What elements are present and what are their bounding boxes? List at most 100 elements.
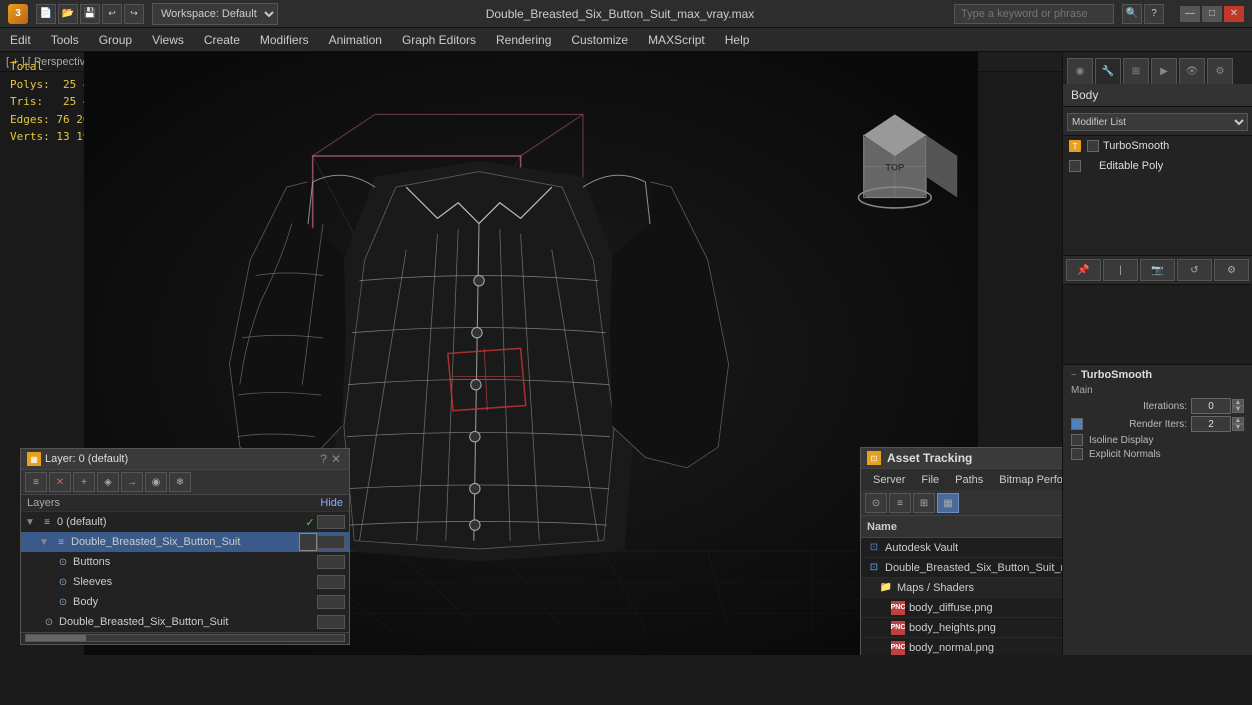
maximize-button[interactable]: □	[1202, 6, 1222, 22]
redo-btn[interactable]: ↪	[124, 4, 144, 24]
menu-help[interactable]: Help	[715, 28, 760, 51]
tab-modify[interactable]: 🔧	[1095, 58, 1121, 84]
asset-row-maxfile[interactable]: ⊡ Double_Breasted_Six_Button_Suit_max_vr…	[861, 558, 1062, 578]
asset-row-diffuse[interactable]: PNC body_diffuse.png Found	[861, 598, 1062, 618]
iterations-input[interactable]	[1191, 398, 1231, 414]
asset-menu-bitmap[interactable]: Bitmap Performance and Memory	[991, 469, 1062, 490]
modifier-editable-poly-name: Editable Poly	[1099, 160, 1163, 172]
mod-settings-btn[interactable]: ⚙	[1214, 259, 1249, 281]
layer-item-default[interactable]: ▼ ≡ 0 (default) ✓	[21, 512, 349, 532]
mod-reset-btn[interactable]: ↺	[1177, 259, 1212, 281]
turbosmooth-props: − TurboSmooth Main Iterations: ▲ ▼ Rende…	[1063, 365, 1252, 466]
minimize-button[interactable]: —	[1180, 6, 1200, 22]
maxfile-icon: ⊡	[867, 561, 881, 575]
open-btn[interactable]: 📂	[58, 4, 78, 24]
layer-tool-move-to[interactable]: →	[121, 472, 143, 492]
layer-panel-title: Layer: 0 (default)	[45, 453, 318, 465]
layer-options-body[interactable]	[317, 595, 345, 609]
layer-options-suit2[interactable]	[317, 615, 345, 629]
workspace-selector[interactable]: Workspace: Default	[152, 3, 278, 25]
layer-item-suit2[interactable]: ⊙ Double_Breasted_Six_Button_Suit	[21, 612, 349, 632]
isoline-checkbox[interactable]	[1071, 434, 1083, 446]
modifier-editable-poly-checkbox[interactable]	[1069, 160, 1081, 172]
layer-tool-new[interactable]: ≡	[25, 472, 47, 492]
asset-tool-btn2[interactable]: ≡	[889, 493, 911, 513]
layer-close-button[interactable]: ✕	[329, 452, 343, 466]
menu-maxscript[interactable]: MAXScript	[638, 28, 715, 51]
undo-btn[interactable]: ↩	[102, 4, 122, 24]
asset-menu-server[interactable]: Server	[865, 469, 913, 490]
menu-rendering[interactable]: Rendering	[486, 28, 561, 51]
layer-scroll-thumb[interactable]	[26, 635, 86, 641]
layer-item-body[interactable]: ⊙ Body	[21, 592, 349, 612]
asset-row-normal[interactable]: PNC body_normal.png Found	[861, 638, 1062, 655]
asset-tool-btn1[interactable]: ⊙	[865, 493, 887, 513]
mod-camera-btn[interactable]: 📷	[1140, 259, 1175, 281]
layer-tool-freeze[interactable]: ❄	[169, 472, 191, 492]
layer-scrollbar[interactable]	[21, 632, 349, 644]
modifier-preview	[1063, 285, 1252, 365]
layer-item-sleeves[interactable]: ⊙ Sleeves	[21, 572, 349, 592]
layer-tool-add[interactable]: +	[73, 472, 95, 492]
modifier-turbosmooth-checkbox[interactable]	[1087, 140, 1099, 152]
layer-options-default[interactable]	[317, 515, 345, 529]
layer-tool-select-obj[interactable]: ◈	[97, 472, 119, 492]
new-btn[interactable]: 📄	[36, 4, 56, 24]
layer-item-buttons[interactable]: ⊙ Buttons	[21, 552, 349, 572]
modifier-editable-poly[interactable]: Editable Poly	[1063, 156, 1252, 176]
asset-menu-paths[interactable]: Paths	[947, 469, 991, 490]
asset-row-maps[interactable]: 📁 Maps / Shaders	[861, 578, 1062, 598]
render-iters-checkbox[interactable]	[1071, 418, 1083, 430]
layer-item-suit[interactable]: ▼ ≡ Double_Breasted_Six_Button_Suit	[21, 532, 349, 552]
menu-modifiers[interactable]: Modifiers	[250, 28, 319, 51]
layer-options-sleeves[interactable]	[317, 575, 345, 589]
tab-utilities[interactable]: ⚙	[1207, 58, 1233, 84]
layer-help-button[interactable]: ?	[318, 452, 329, 466]
tab-display[interactable]: ◉	[1067, 58, 1093, 84]
help-icon-btn[interactable]: ?	[1144, 4, 1164, 24]
tab-motion[interactable]: ▶	[1151, 58, 1177, 84]
menu-animation[interactable]: Animation	[319, 28, 392, 51]
tab-display-props[interactable]: 👁	[1179, 58, 1205, 84]
render-iters-down[interactable]: ▼	[1232, 424, 1244, 431]
modifier-list-dropdown[interactable]: Modifier List	[1067, 113, 1248, 131]
layer-expand-suit[interactable]: ▼	[39, 537, 51, 548]
layer-box-suit[interactable]	[299, 533, 317, 551]
menu-customize[interactable]: Customize	[561, 28, 638, 51]
svg-text:TOP: TOP	[885, 163, 904, 173]
turbosmooth-toggle[interactable]: −	[1071, 370, 1077, 381]
mod-line-btn[interactable]: |	[1103, 259, 1138, 281]
layer-options-buttons[interactable]	[317, 555, 345, 569]
search-icon-btn[interactable]: 🔍	[1122, 4, 1142, 24]
iterations-up[interactable]: ▲	[1232, 399, 1244, 406]
menu-graph-editors[interactable]: Graph Editors	[392, 28, 486, 51]
asset-tool-btn3[interactable]: ⊞	[913, 493, 935, 513]
viewport[interactable]: [ + ] [ Perspective ] [ Shaded + Edged F…	[0, 52, 1062, 655]
asset-name-maps: Maps / Shaders	[897, 582, 1062, 594]
layer-expand-default[interactable]: ▼	[25, 517, 37, 528]
save-btn[interactable]: 💾	[80, 4, 100, 24]
menu-edit[interactable]: Edit	[0, 28, 41, 51]
mod-pin-btn[interactable]: 📌	[1066, 259, 1101, 281]
menu-create[interactable]: Create	[194, 28, 250, 51]
tab-hierarchy[interactable]: ⊞	[1123, 58, 1149, 84]
menu-views[interactable]: Views	[142, 28, 194, 51]
render-iters-input[interactable]	[1191, 416, 1231, 432]
asset-tool-btn4[interactable]: ▦	[937, 493, 959, 513]
asset-row-vault[interactable]: ⊡ Autodesk Vault Logged Ou...	[861, 538, 1062, 558]
render-iters-up[interactable]: ▲	[1232, 417, 1244, 424]
asset-row-heights[interactable]: PNC body_heights.png Found	[861, 618, 1062, 638]
iterations-down[interactable]: ▼	[1232, 406, 1244, 413]
asset-menu-file[interactable]: File	[913, 469, 947, 490]
window-title: Double_Breasted_Six_Button_Suit_max_vray…	[286, 7, 954, 21]
layer-tool-delete[interactable]: ✕	[49, 472, 71, 492]
menu-group[interactable]: Group	[89, 28, 142, 51]
menu-tools[interactable]: Tools	[41, 28, 89, 51]
iterations-label: Iterations:	[1071, 401, 1191, 412]
close-button[interactable]: ✕	[1224, 6, 1244, 22]
search-input[interactable]	[954, 4, 1114, 24]
layer-options-suit[interactable]	[317, 535, 345, 549]
explicit-normals-checkbox[interactable]	[1071, 448, 1083, 460]
layer-tool-highlight[interactable]: ◉	[145, 472, 167, 492]
modifier-turbosmooth[interactable]: T TurboSmooth	[1063, 136, 1252, 156]
